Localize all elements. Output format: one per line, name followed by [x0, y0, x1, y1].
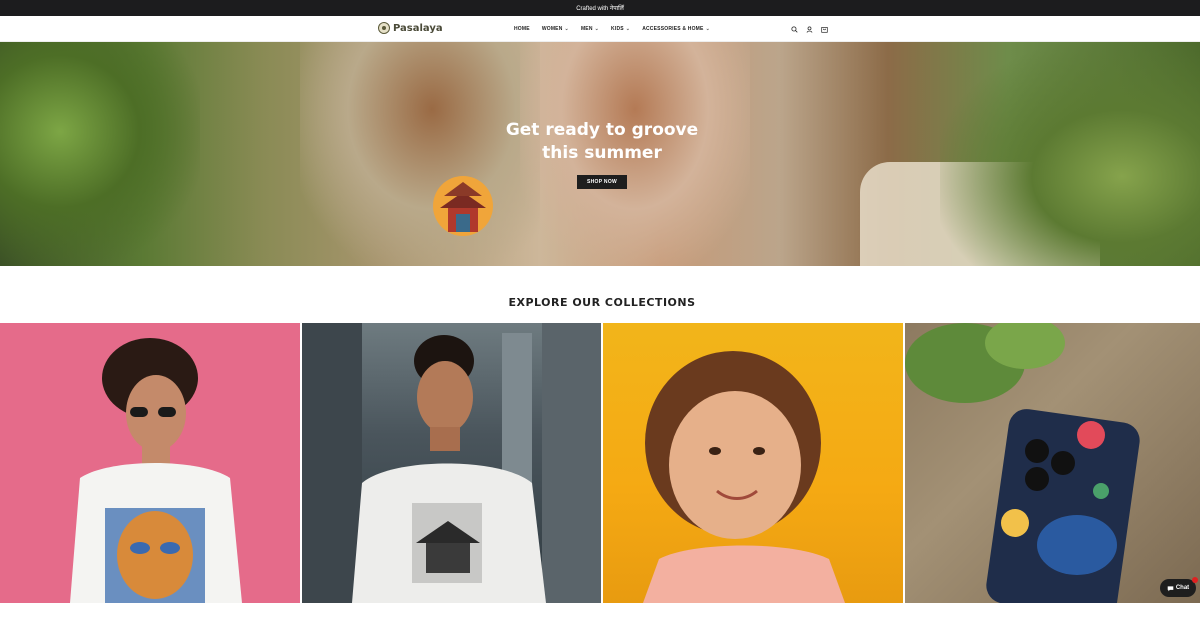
nav-men[interactable]: MEN ⌄ — [581, 26, 599, 32]
chevron-down-icon: ⌄ — [564, 26, 569, 32]
logo[interactable]: Pasalaya — [378, 22, 443, 34]
collection-tile-men[interactable] — [302, 323, 601, 603]
site-header: Pasalaya HOME WOMEN ⌄ MEN ⌄ KIDS ⌄ ACCESSOR… — [0, 16, 1200, 42]
collection-tile-women[interactable] — [0, 323, 300, 603]
chevron-down-icon: ⌄ — [594, 26, 600, 32]
man-model-image — [302, 323, 601, 603]
chevron-down-icon: ⌄ — [625, 26, 631, 32]
collections-heading: EXPLORE OUR COLLECTIONS — [508, 296, 696, 309]
brand-name: Pasalaya — [393, 22, 443, 34]
chat-bubble-icon — [1167, 585, 1174, 591]
collection-tile-accessories[interactable] — [905, 323, 1200, 603]
logo-icon — [378, 22, 390, 34]
chat-button[interactable]: Chat — [1160, 577, 1198, 597]
search-icon[interactable] — [791, 25, 798, 33]
chat-label: Chat — [1175, 585, 1190, 591]
announcement-bar: Crafted with नेपालिँ — [0, 0, 1200, 16]
shop-now-button[interactable]: SHOP NOW — [577, 175, 627, 189]
phone-case-image — [905, 323, 1140, 603]
woman-model-image — [70, 338, 242, 603]
main-nav: HOME WOMEN ⌄ MEN ⌄ KIDS ⌄ ACCESSORIES & HOM… — [514, 16, 710, 42]
chat-notification-dot — [1192, 577, 1198, 583]
nav-accessories-home[interactable]: ACCESSORIES & HOME ⌄ — [642, 26, 710, 32]
cart-icon[interactable] — [821, 26, 828, 33]
collection-tile-kids[interactable] — [603, 323, 903, 603]
nav-home[interactable]: HOME — [514, 26, 530, 32]
child-model-image — [643, 351, 845, 603]
temple-print-graphic — [433, 176, 493, 236]
nav-women[interactable]: WOMEN ⌄ — [542, 26, 569, 32]
hero-title: Get ready to groove this summer — [505, 120, 699, 163]
chevron-down-icon: ⌄ — [705, 26, 710, 32]
header-icons — [791, 16, 828, 42]
nav-kids[interactable]: KIDS ⌄ — [611, 26, 630, 32]
hero-banner: Get ready to groove this summer SHOP NOW — [0, 42, 1200, 266]
account-icon[interactable] — [806, 25, 813, 33]
announcement-text: Crafted with नेपालिँ — [576, 6, 624, 12]
